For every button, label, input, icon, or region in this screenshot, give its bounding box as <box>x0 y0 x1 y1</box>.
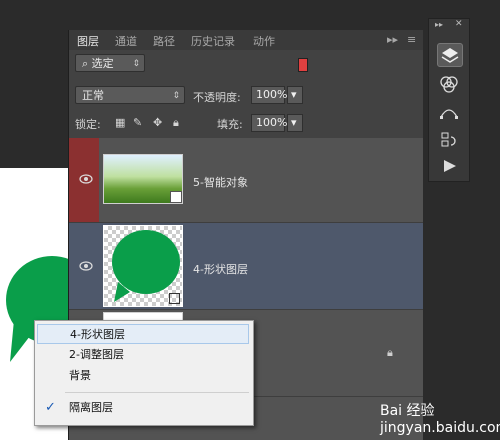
updown-icon: ⇕ <box>132 59 140 69</box>
updown-icon: ⇕ <box>172 91 180 101</box>
menu-divider <box>65 392 249 393</box>
channels-icon <box>440 76 458 93</box>
tab-paths[interactable]: 路径 <box>153 33 175 49</box>
opacity-dropdown-icon[interactable]: ▾ <box>287 86 303 104</box>
lock-all-icon[interactable]: 🔒︎ <box>173 116 179 130</box>
lock-transparent-icon[interactable]: ▦ <box>115 116 125 129</box>
tab-channels[interactable]: 通道 <box>115 33 137 49</box>
menu-item-label: 隔离图层 <box>69 401 113 414</box>
collapse-icon[interactable]: ▸▸ <box>435 20 443 29</box>
panel-tabs: 图层 通道 路径 历史记录 动作 ▸▸ ≡ <box>69 30 423 51</box>
layer-name[interactable]: 4-形状图层 <box>193 261 248 277</box>
lock-row: 锁定: ▦ ✎ ✥ 🔒︎ 填充: 100% ▾ <box>69 110 423 140</box>
context-menu: 4-形状图层 2-调整图层 背景 ✓ 隔离图层 <box>34 320 254 426</box>
collapse-icon[interactable]: ▸▸ <box>387 33 398 46</box>
panel-menu-icon[interactable]: ≡ <box>407 33 416 46</box>
layer-name[interactable]: 5-智能对象 <box>193 174 248 190</box>
visibility-eye-icon[interactable] <box>79 174 93 184</box>
checkmark-icon: ✓ <box>45 400 56 415</box>
lock-move-icon[interactable]: ✥ <box>153 116 162 129</box>
opacity-input[interactable]: 100% <box>251 86 287 104</box>
layer-row[interactable]: 4-形状图层 <box>69 223 423 310</box>
lock-paint-icon[interactable]: ✎ <box>133 116 142 129</box>
history-icon <box>441 132 456 147</box>
blend-mode-select[interactable]: 正常 ⇕ <box>75 86 185 104</box>
layers-panel-button[interactable] <box>437 43 463 67</box>
play-icon <box>444 160 456 172</box>
filter-toggle-swatch[interactable] <box>298 58 308 72</box>
filter-label: 选定 <box>91 57 114 70</box>
menu-item-isolate-layer[interactable]: ✓ 隔离图层 <box>37 398 249 418</box>
shape-layer-icon <box>169 293 180 304</box>
filter-select[interactable]: ⌕ 选定 ⇕ <box>75 54 145 72</box>
blend-row: 正常 ⇕ 不透明度: 100% ▾ <box>69 80 423 110</box>
side-toolbar: ▸▸ ✕ <box>428 18 470 182</box>
close-icon[interactable]: ✕ <box>455 19 463 29</box>
canvas-area <box>0 0 68 168</box>
smart-object-icon <box>170 191 182 203</box>
fill-label: 填充: <box>217 118 243 131</box>
lock-icon: 🔒︎ <box>387 346 393 359</box>
baidu-watermark: Bai 经验 jingyan.baidu.com <box>380 403 500 436</box>
fill-dropdown-icon[interactable]: ▾ <box>287 114 303 132</box>
actions-button[interactable] <box>437 155 461 177</box>
lock-label: 锁定: <box>75 118 101 131</box>
layers-icon <box>441 48 459 63</box>
fill-input[interactable]: 100% <box>251 114 287 132</box>
tab-history[interactable]: 历史记录 <box>191 33 235 49</box>
history-button[interactable] <box>437 129 461 151</box>
layer-row[interactable]: 5-智能对象 <box>69 138 423 223</box>
tab-actions[interactable]: 动作 <box>253 33 275 49</box>
filter-row: ⌕ 选定 ⇕ <box>69 50 423 80</box>
adjustments-button[interactable] <box>437 73 461 95</box>
layer-thumbnail <box>103 225 183 307</box>
menu-item-shape-layer[interactable]: 4-形状图层 <box>37 324 249 344</box>
menu-item-adjustment-layer[interactable]: 2-调整图层 <box>37 345 249 365</box>
menu-item-background[interactable]: 背景 <box>37 366 249 386</box>
search-icon: ⌕ <box>82 57 89 70</box>
blend-mode-value: 正常 <box>82 89 104 102</box>
visibility-eye-icon[interactable] <box>79 261 93 271</box>
paths-icon <box>440 109 458 119</box>
tab-layers[interactable]: 图层 <box>77 33 99 49</box>
opacity-label: 不透明度: <box>193 91 241 104</box>
layer-thumbnail <box>103 154 183 204</box>
paths-button[interactable] <box>437 101 461 123</box>
